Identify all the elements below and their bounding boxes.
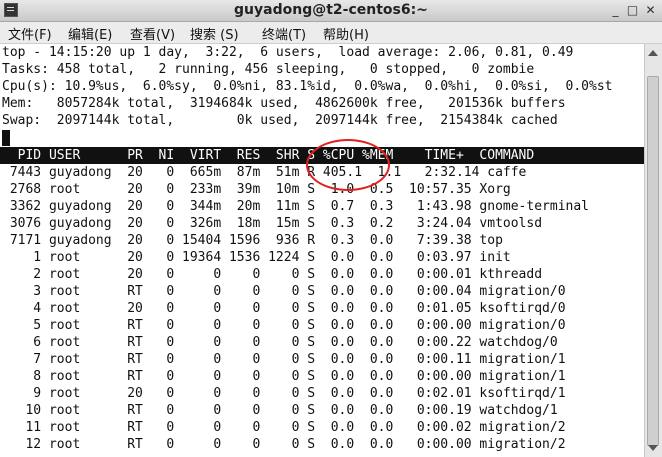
table-row: 3076 guyadong 20 0 326m 18m 15m S 0.3 0.… [2, 216, 543, 231]
menu-file[interactable]: 文件(F) [8, 24, 52, 43]
table-row: 2 root 20 0 0 0 0 S 0.0 0.0 0:00.01 kthr… [2, 267, 543, 282]
menu-edit[interactable]: 编辑(E) [68, 24, 112, 43]
table-row: 8 root RT 0 0 0 0 S 0.0 0.0 0:00.00 migr… [2, 369, 566, 384]
menubar: 文件(F) 编辑(E) 查看(V) 搜索 (S) 终端(T) 帮助(H) [0, 22, 662, 44]
menu-search[interactable]: 搜索 (S) [190, 24, 239, 43]
table-row: 2768 root 20 0 233m 39m 10m S 1.0 0.5 10… [2, 182, 511, 197]
window-titlebar[interactable]: guyadong@t2-centos6:~ _ □ ✕ [0, 0, 662, 22]
scroll-up-arrow-icon[interactable] [648, 50, 658, 56]
table-row: 7 root RT 0 0 0 0 S 0.0 0.0 0:00.11 migr… [2, 352, 566, 367]
vertical-scrollbar[interactable] [644, 44, 662, 457]
scroll-down-arrow-icon[interactable] [648, 445, 658, 451]
mem-line: Mem: 8057284k total, 3194684k used, 4862… [2, 96, 566, 111]
table-row: 6 root RT 0 0 0 0 S 0.0 0.0 0:00.22 watc… [2, 335, 558, 350]
menu-view[interactable]: 查看(V) [130, 24, 175, 43]
table-row: 12 root RT 0 0 0 0 S 0.0 0.0 0:00.00 mig… [2, 437, 566, 452]
table-row: 10 root RT 0 0 0 0 S 0.0 0.0 0:00.19 wat… [2, 403, 558, 418]
terminal-output[interactable]: top - 14:15:20 up 1 day, 3:22, 6 users, … [0, 44, 644, 457]
table-row: 3362 guyadong 20 0 344m 20m 11m S 0.7 0.… [2, 199, 589, 214]
table-row: 4 root 20 0 0 0 0 S 0.0 0.0 0:01.05 ksof… [2, 301, 566, 316]
cpu-line: Cpu(s): 10.9%us, 6.0%sy, 0.0%ni, 83.1%id… [2, 79, 613, 94]
top-summary-line: top - 14:15:20 up 1 day, 3:22, 6 users, … [2, 45, 574, 60]
tasks-line: Tasks: 458 total, 2 running, 456 sleepin… [2, 62, 535, 77]
table-row: 1 root 20 0 19364 1536 1224 S 0.0 0.0 0:… [2, 250, 511, 265]
cpu-highlight-circle [306, 139, 390, 191]
close-button[interactable]: ✕ [643, 3, 658, 18]
maximize-button[interactable]: □ [625, 3, 640, 18]
table-row: 11 root RT 0 0 0 0 S 0.0 0.0 0:00.02 mig… [2, 420, 566, 435]
table-row: 5 root RT 0 0 0 0 S 0.0 0.0 0:00.00 migr… [2, 318, 566, 333]
menu-terminal[interactable]: 终端(T) [262, 24, 306, 43]
menu-help[interactable]: 帮助(H) [323, 24, 369, 43]
scrollbar-thumb[interactable] [647, 76, 659, 446]
table-row: 9 root 20 0 0 0 0 S 0.0 0.0 0:02.01 ksof… [2, 386, 566, 401]
minimize-button[interactable]: _ [608, 3, 623, 18]
table-header-text: PID USER PR NI VIRT RES SHR S %CPU %MEM … [2, 148, 535, 163]
table-row: 7443 guyadong 20 0 665m 87m 51m R 405.1 … [2, 165, 527, 180]
window-title: guyadong@t2-centos6:~ [234, 2, 428, 18]
table-row: 7171 guyadong 20 0 15404 1596 936 R 0.3 … [2, 233, 503, 248]
swap-line: Swap: 2097144k total, 0k used, 2097144k … [2, 113, 558, 128]
table-row: 3 root RT 0 0 0 0 S 0.0 0.0 0:00.04 migr… [2, 284, 566, 299]
terminal-cursor [2, 130, 10, 146]
